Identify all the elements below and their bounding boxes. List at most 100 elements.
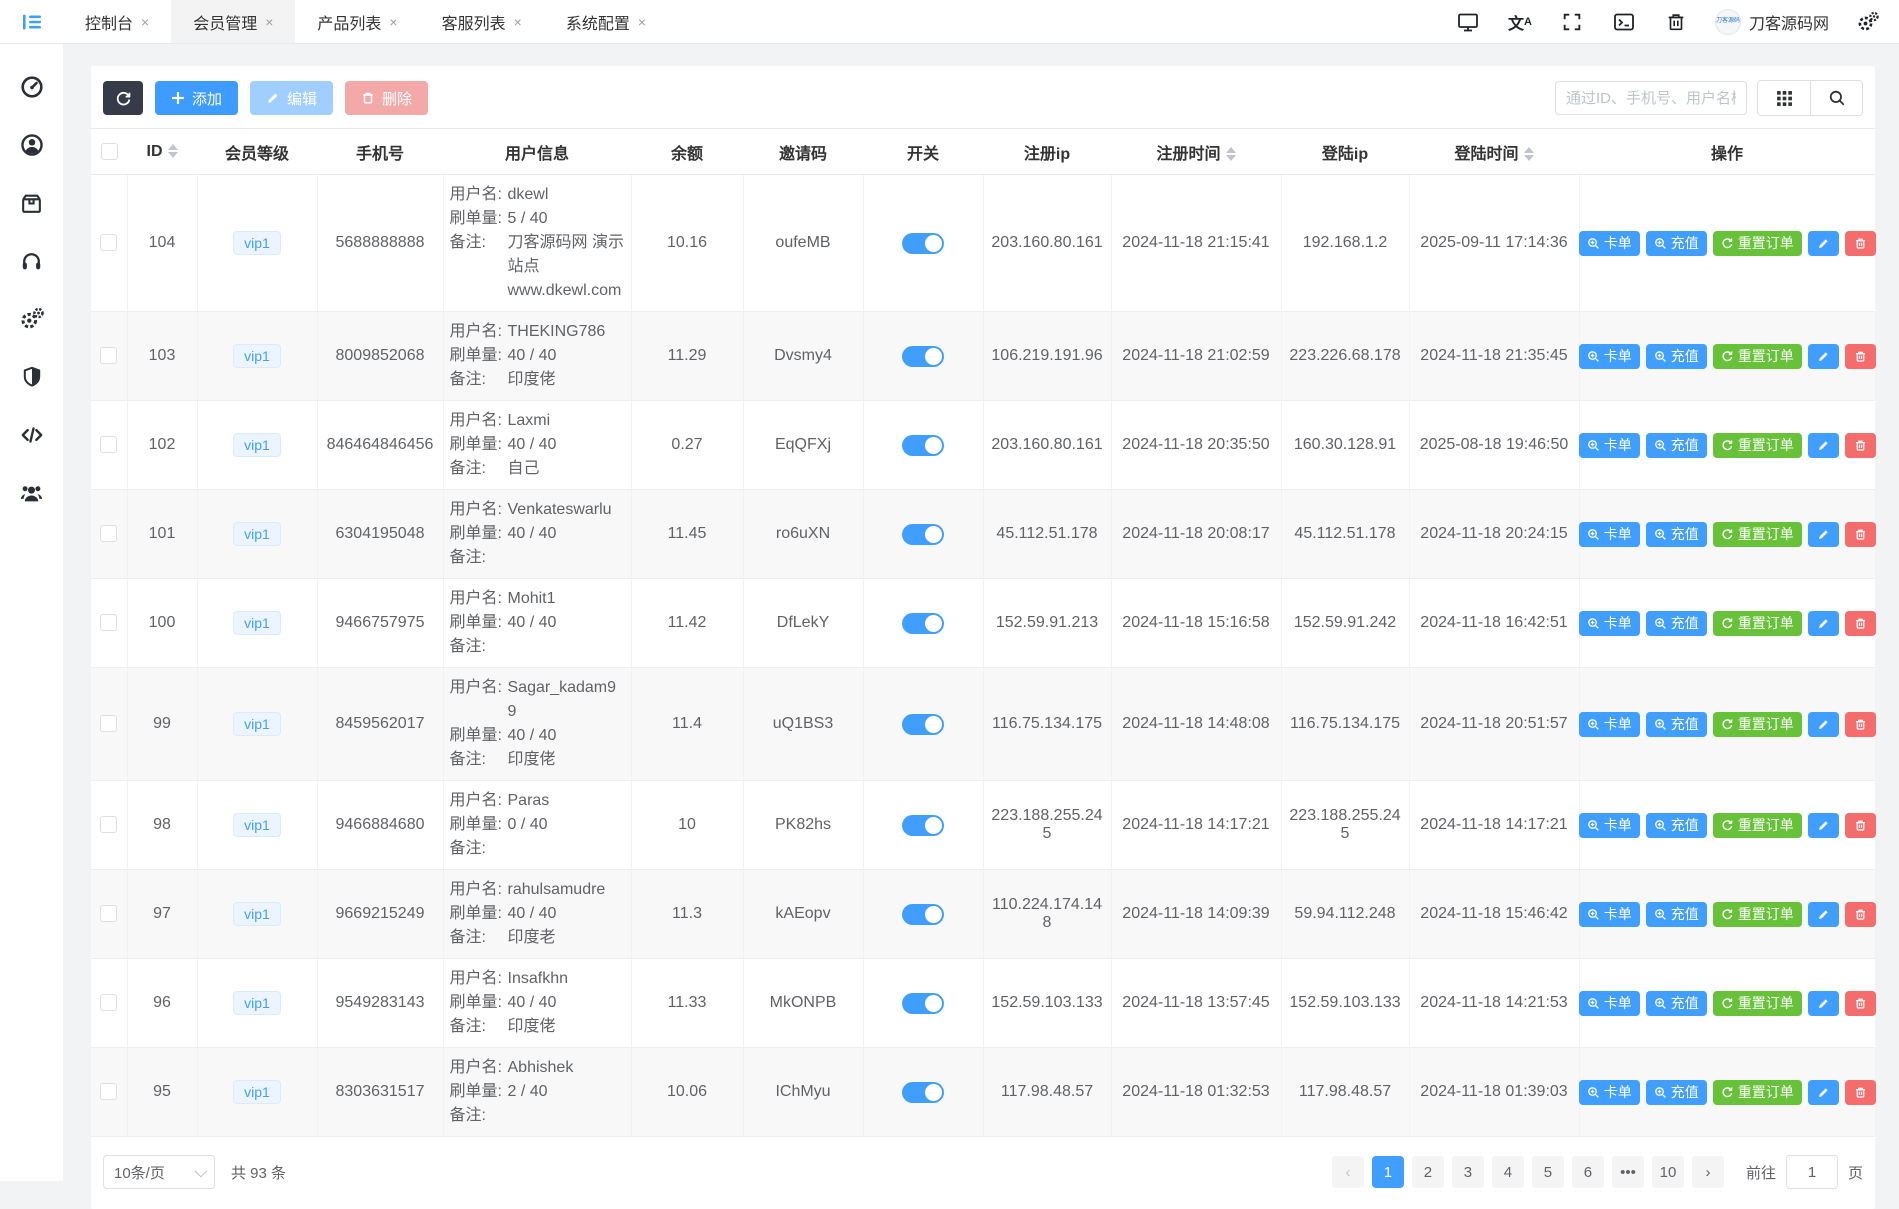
status-toggle[interactable] [902, 904, 944, 925]
reset-order-button[interactable]: 重置订单 [1713, 902, 1802, 927]
row-checkbox[interactable] [100, 614, 117, 631]
delete-row-button[interactable] [1845, 433, 1876, 458]
tab-控制台[interactable]: 控制台× [63, 0, 171, 43]
page-button-6[interactable]: 6 [1572, 1156, 1604, 1188]
sidebar-item-members[interactable] [12, 132, 52, 158]
tab-close-icon[interactable]: × [389, 14, 397, 30]
status-toggle[interactable] [902, 346, 944, 367]
row-checkbox[interactable] [100, 816, 117, 833]
recharge-button[interactable]: 充值 [1646, 813, 1707, 838]
page-button-10[interactable]: 10 [1652, 1156, 1684, 1188]
tab-close-icon[interactable]: × [265, 14, 273, 30]
delete-row-button[interactable] [1845, 1080, 1876, 1105]
card-order-button[interactable]: 卡单 [1579, 522, 1640, 547]
reset-order-button[interactable]: 重置订单 [1713, 522, 1802, 547]
edit-row-button[interactable] [1808, 1080, 1839, 1105]
sidebar-item-security[interactable] [12, 364, 52, 390]
row-checkbox[interactable] [100, 905, 117, 922]
fullscreen-icon[interactable] [1559, 9, 1585, 35]
recharge-button[interactable]: 充值 [1646, 1080, 1707, 1105]
column-header-注册时间[interactable]: 注册时间 [1111, 129, 1281, 175]
recharge-button[interactable]: 充值 [1646, 231, 1707, 256]
delete-row-button[interactable] [1845, 991, 1876, 1016]
delete-row-button[interactable] [1845, 902, 1876, 927]
sort-carets-icon[interactable] [1524, 147, 1534, 161]
reset-order-button[interactable]: 重置订单 [1713, 1080, 1802, 1105]
card-order-button[interactable]: 卡单 [1579, 231, 1640, 256]
recharge-button[interactable]: 充值 [1646, 611, 1707, 636]
sidebar-item-users[interactable] [12, 480, 52, 506]
settings-gears-icon[interactable] [1855, 9, 1881, 35]
page-button-2[interactable]: 2 [1412, 1156, 1444, 1188]
translate-icon[interactable]: 文A [1507, 9, 1533, 35]
delete-row-button[interactable] [1845, 231, 1876, 256]
edit-row-button[interactable] [1808, 231, 1839, 256]
card-order-button[interactable]: 卡单 [1579, 1080, 1640, 1105]
page-button-5[interactable]: 5 [1532, 1156, 1564, 1188]
page-size-select[interactable]: 10条/页 [103, 1155, 215, 1189]
sidebar-item-developer[interactable] [12, 422, 52, 448]
card-order-button[interactable]: 卡单 [1579, 611, 1640, 636]
edit-row-button[interactable] [1808, 522, 1839, 547]
reset-order-button[interactable]: 重置订单 [1713, 813, 1802, 838]
row-checkbox[interactable] [100, 1083, 117, 1100]
search-input[interactable] [1555, 81, 1747, 115]
add-button[interactable]: 添加 [155, 81, 238, 115]
reset-order-button[interactable]: 重置订单 [1713, 712, 1802, 737]
refresh-button[interactable] [103, 81, 143, 115]
edit-row-button[interactable] [1808, 813, 1839, 838]
reset-order-button[interactable]: 重置订单 [1713, 344, 1802, 369]
sidebar-item-products[interactable] [12, 190, 52, 216]
delete-button[interactable]: 删除 [345, 81, 428, 115]
recharge-button[interactable]: 充值 [1646, 991, 1707, 1016]
recharge-button[interactable]: 充值 [1646, 344, 1707, 369]
terminal-icon[interactable] [1611, 9, 1637, 35]
trash-icon[interactable] [1663, 9, 1689, 35]
sort-carets-icon[interactable] [168, 144, 178, 158]
status-toggle[interactable] [902, 815, 944, 836]
sort-carets-icon[interactable] [1226, 147, 1236, 161]
delete-row-button[interactable] [1845, 712, 1876, 737]
status-toggle[interactable] [902, 524, 944, 545]
recharge-button[interactable]: 充值 [1646, 712, 1707, 737]
status-toggle[interactable] [902, 714, 944, 735]
page-button-3[interactable]: 3 [1452, 1156, 1484, 1188]
monitor-icon[interactable] [1455, 9, 1481, 35]
card-order-button[interactable]: 卡单 [1579, 344, 1640, 369]
search-submit-button[interactable] [1810, 81, 1862, 115]
column-header-ID[interactable]: ID [127, 129, 197, 175]
status-toggle[interactable] [902, 233, 944, 254]
tab-close-icon[interactable]: × [141, 14, 149, 30]
reset-order-button[interactable]: 重置订单 [1713, 231, 1802, 256]
card-order-button[interactable]: 卡单 [1579, 902, 1640, 927]
card-order-button[interactable]: 卡单 [1579, 991, 1640, 1016]
user-menu[interactable]: 刀客源码 刀客源码网 [1715, 9, 1829, 35]
row-checkbox[interactable] [100, 436, 117, 453]
delete-row-button[interactable] [1845, 813, 1876, 838]
sidebar-item-dashboard[interactable] [12, 74, 52, 100]
reset-order-button[interactable]: 重置订单 [1713, 433, 1802, 458]
edit-row-button[interactable] [1808, 344, 1839, 369]
sidebar-collapse-button[interactable] [0, 0, 63, 43]
reset-order-button[interactable]: 重置订单 [1713, 611, 1802, 636]
recharge-button[interactable]: 充值 [1646, 433, 1707, 458]
column-header-登陆时间[interactable]: 登陆时间 [1409, 129, 1579, 175]
tab-系统配置[interactable]: 系统配置× [544, 0, 668, 43]
card-order-button[interactable]: 卡单 [1579, 712, 1640, 737]
row-checkbox[interactable] [100, 234, 117, 251]
delete-row-button[interactable] [1845, 522, 1876, 547]
goto-page-input[interactable] [1786, 1155, 1838, 1189]
sidebar-item-support[interactable] [12, 248, 52, 274]
grid-view-button[interactable] [1758, 81, 1810, 115]
delete-row-button[interactable] [1845, 611, 1876, 636]
recharge-button[interactable]: 充值 [1646, 902, 1707, 927]
status-toggle[interactable] [902, 1082, 944, 1103]
row-checkbox[interactable] [100, 715, 117, 732]
edit-row-button[interactable] [1808, 902, 1839, 927]
row-checkbox[interactable] [100, 525, 117, 542]
prev-page-button[interactable]: ‹ [1332, 1156, 1364, 1188]
delete-row-button[interactable] [1845, 344, 1876, 369]
row-checkbox[interactable] [100, 347, 117, 364]
tab-close-icon[interactable]: × [638, 14, 646, 30]
status-toggle[interactable] [902, 993, 944, 1014]
